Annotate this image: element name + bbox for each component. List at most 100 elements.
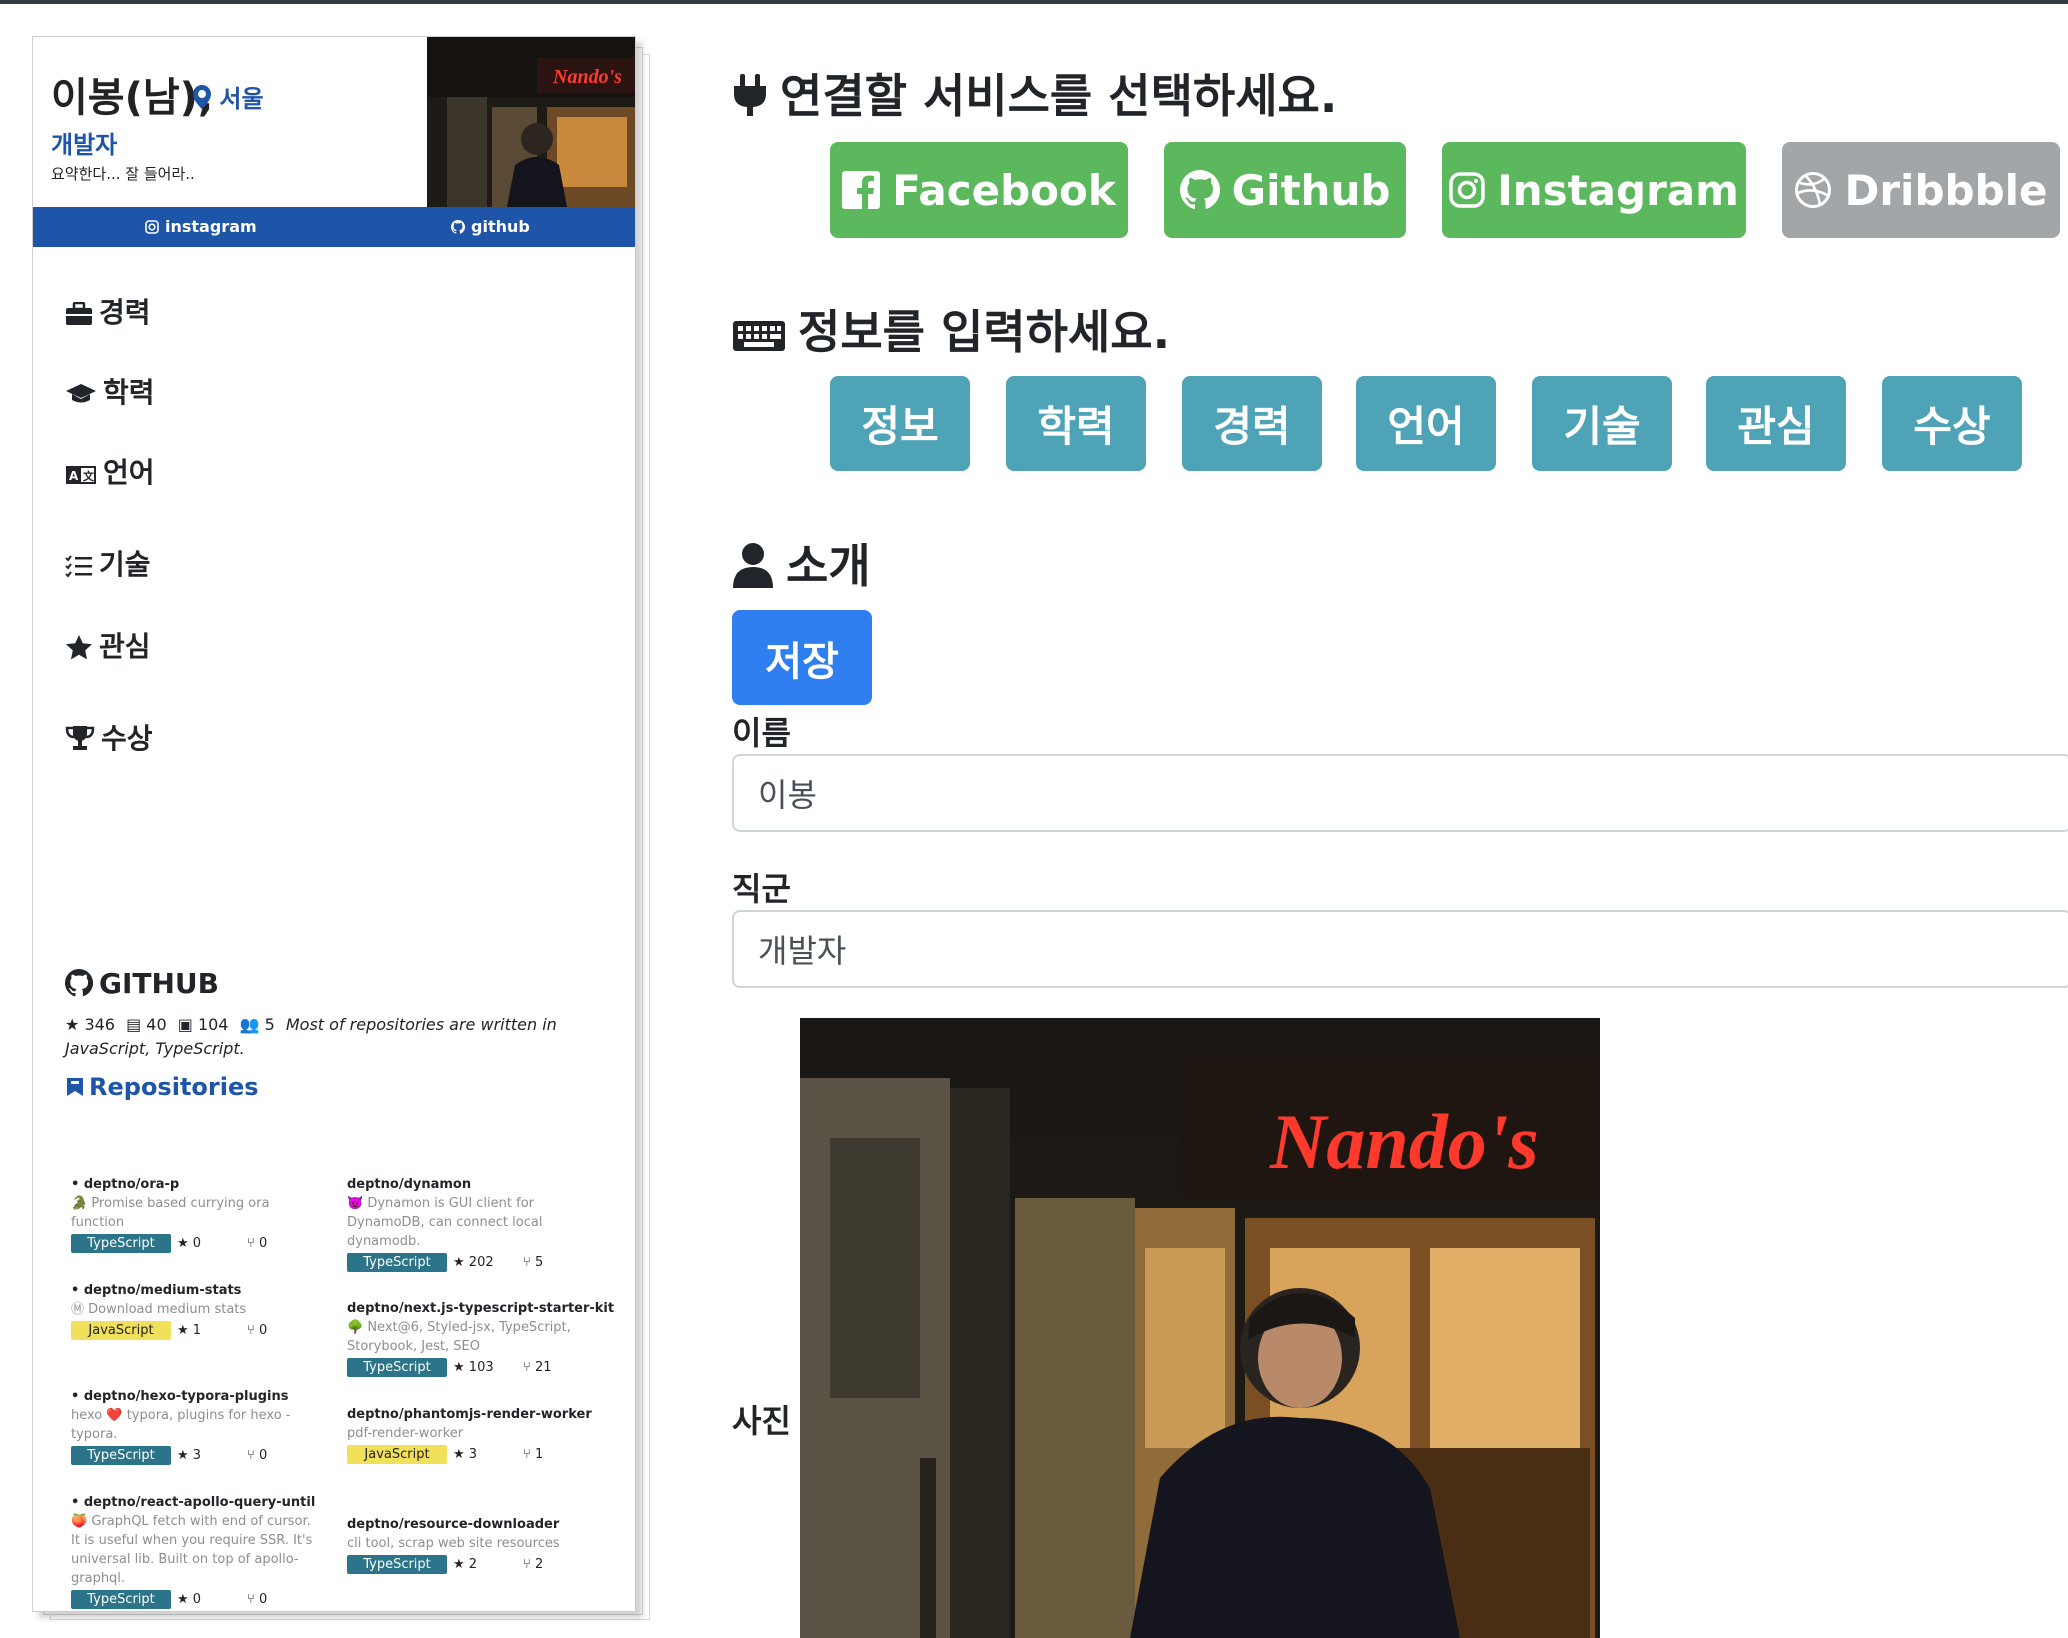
profile-location-text: 서울 bbox=[219, 85, 264, 113]
repository-forks: ⑂ 1 bbox=[523, 1447, 543, 1462]
job-field-label: 직군 bbox=[732, 870, 791, 908]
fork-icon: ⑂ bbox=[523, 1255, 535, 1270]
photo-sign-text: Nando's bbox=[1269, 1098, 1539, 1185]
repositories-title-text: Repositories bbox=[89, 1073, 259, 1101]
repository-language-badge: TypeScript bbox=[71, 1234, 171, 1253]
section-button-award[interactable]: 수상 bbox=[1882, 376, 2022, 471]
repository-card[interactable]: • deptno/hexo-typora-plugins hexo ❤️ typo… bbox=[71, 1387, 321, 1465]
github-gists-count: 40 bbox=[146, 1015, 167, 1034]
repository-name-text: deptno/next.js-typescript-starter-kit bbox=[347, 1301, 615, 1316]
section-button-info[interactable]: 정보 bbox=[830, 376, 970, 471]
repository-meta: TypeScript ★ 0 ⑂ 0 bbox=[71, 1234, 321, 1253]
repository-name-text: deptno/phantomjs-render-worker bbox=[347, 1407, 592, 1422]
github-section-title: GITHUB bbox=[64, 967, 220, 1000]
fork-icon: ⑂ bbox=[523, 1360, 535, 1375]
repository-meta: TypeScript ★ 2 ⑂ 2 bbox=[347, 1555, 597, 1574]
section-button-language[interactable]: 언어 bbox=[1356, 376, 1496, 471]
repository-forks-count: 5 bbox=[534, 1255, 544, 1270]
instagram-link[interactable]: instagram bbox=[145, 217, 257, 236]
resume-section-award[interactable]: 수상 bbox=[65, 717, 153, 757]
github-section-title-text: GITHUB bbox=[99, 967, 220, 1000]
github-gists-stat: ▤ 40 bbox=[126, 1015, 167, 1034]
repository-meta: JavaScript ★ 1 ⑂ 0 bbox=[71, 1321, 321, 1340]
github-link[interactable]: github bbox=[450, 217, 530, 236]
repository-forks-count: 2 bbox=[534, 1557, 544, 1572]
pushpin-icon: • bbox=[71, 1495, 84, 1510]
repository-description: 🌳 Next@6, Styled-jsx, TypeScript, Storyb… bbox=[347, 1320, 571, 1354]
repository-stars: ★ 202 bbox=[453, 1253, 523, 1272]
repository-card[interactable]: deptno/resource-downloader cli tool, scra… bbox=[347, 1515, 597, 1574]
github-link-label: github bbox=[471, 217, 530, 236]
tasks-icon bbox=[65, 555, 92, 578]
section-button-interest[interactable]: 관심 bbox=[1706, 376, 1846, 471]
resume-section-skill-label: 기술 bbox=[99, 548, 151, 581]
fork-icon: ⑂ bbox=[247, 1236, 259, 1251]
star-icon: ★ bbox=[177, 1448, 193, 1463]
section-button-career[interactable]: 경력 bbox=[1182, 376, 1322, 471]
github-repos-stat: ▣ 104 bbox=[177, 1015, 229, 1034]
repository-description: 🍑 GraphQL fetch with end of cursor. It i… bbox=[71, 1514, 313, 1586]
repository-meta: JavaScript ★ 3 ⑂ 1 bbox=[347, 1445, 597, 1464]
repository-language-badge: JavaScript bbox=[347, 1445, 447, 1464]
section-button-education[interactable]: 학력 bbox=[1006, 376, 1146, 471]
trophy-icon bbox=[65, 726, 95, 750]
profile-header: 이봉(남), 서울 개발자 요약한다... 잘 들어라.. Nando's bbox=[33, 37, 635, 207]
star-icon: ★ bbox=[453, 1360, 469, 1375]
repository-forks-count: 0 bbox=[258, 1448, 268, 1463]
repository-name-text: deptno/hexo-typora-plugins bbox=[83, 1389, 289, 1404]
resume-section-career[interactable]: 경력 bbox=[65, 291, 151, 331]
repository-card[interactable]: deptno/next.js-typescript-starter-kit 🌳 N… bbox=[347, 1299, 614, 1377]
repository-name: • deptno/react-apollo-query-until bbox=[71, 1493, 321, 1512]
facebook-connect-label: Facebook bbox=[892, 165, 1116, 215]
repository-card[interactable]: • deptno/react-apollo-query-until 🍑 Graph… bbox=[71, 1493, 321, 1609]
resume-section-language[interactable]: A 文 언어 bbox=[65, 451, 155, 491]
profile-name: 이봉(남), bbox=[51, 75, 214, 121]
job-field[interactable] bbox=[732, 910, 2068, 988]
name-field[interactable] bbox=[732, 754, 2068, 832]
repository-stars-count: 103 bbox=[468, 1360, 494, 1375]
github-connect-button[interactable]: Github bbox=[1164, 142, 1406, 238]
resume-section-career-label: 경력 bbox=[99, 296, 151, 329]
facebook-icon bbox=[842, 171, 881, 209]
github-icon bbox=[64, 969, 94, 997]
github-connect-label: Github bbox=[1231, 165, 1391, 215]
repository-description: 👿 Dynamon is GUI client for DynamoDB, ca… bbox=[347, 1196, 543, 1249]
connect-services-title-text: 연결할 서비스를 선택하세요. bbox=[780, 69, 1338, 123]
input-info-title-text: 정보를 입력하세요. bbox=[798, 305, 1171, 359]
instagram-connect-button[interactable]: Instagram bbox=[1442, 142, 1746, 238]
briefcase-icon bbox=[66, 301, 92, 325]
resume-section-education[interactable]: 학력 bbox=[65, 371, 155, 411]
profile-photo-thumbnail: Nando's bbox=[427, 37, 635, 207]
social-links-bar: instagram github bbox=[33, 207, 635, 247]
photo-field-label: 사진 bbox=[732, 1402, 791, 1440]
repository-card[interactable]: deptno/phantomjs-render-worker pdf-render… bbox=[347, 1405, 597, 1464]
instagram-connect-label: Instagram bbox=[1497, 165, 1739, 215]
resume-section-skill[interactable]: 기술 bbox=[65, 543, 151, 583]
repository-name: deptno/dynamon bbox=[347, 1175, 597, 1194]
section-button-skill[interactable]: 기술 bbox=[1532, 376, 1672, 471]
profile-location: 서울 bbox=[193, 79, 264, 114]
repository-language-badge: TypeScript bbox=[71, 1590, 171, 1609]
repository-meta: TypeScript ★ 3 ⑂ 0 bbox=[71, 1446, 321, 1465]
repository-description: Ⓜ Download medium stats bbox=[71, 1302, 247, 1317]
repository-card[interactable]: deptno/dynamon 👿 Dynamon is GUI client fo… bbox=[347, 1175, 597, 1272]
pushpin-icon: • bbox=[71, 1389, 84, 1404]
user-icon bbox=[733, 543, 773, 588]
save-button[interactable]: 저장 bbox=[732, 610, 872, 705]
window-top-bar bbox=[0, 0, 2068, 4]
repository-card[interactable]: • deptno/ora-p 🐊 Promise based currying o… bbox=[71, 1175, 321, 1253]
star-icon: ★ bbox=[453, 1255, 469, 1270]
profile-photo-upload[interactable]: Nando's bbox=[800, 1018, 1600, 1638]
repository-meta: TypeScript ★ 0 ⑂ 0 bbox=[71, 1590, 321, 1609]
repository-stars: ★ 3 bbox=[177, 1446, 247, 1465]
fork-icon: ⑂ bbox=[523, 1557, 535, 1572]
repository-stars-count: 0 bbox=[192, 1236, 202, 1251]
star-icon: ★ bbox=[453, 1447, 469, 1462]
resume-section-interest[interactable]: 관심 bbox=[65, 625, 151, 665]
repository-name-text: deptno/dynamon bbox=[347, 1177, 472, 1192]
dribbble-connect-button[interactable]: Dribbble bbox=[1782, 142, 2060, 238]
repository-stars: ★ 0 bbox=[177, 1234, 247, 1253]
repository-card[interactable]: • deptno/medium-stats Ⓜ Download medium s… bbox=[71, 1281, 321, 1340]
fork-icon: ⑂ bbox=[523, 1447, 535, 1462]
facebook-connect-button[interactable]: Facebook bbox=[830, 142, 1128, 238]
